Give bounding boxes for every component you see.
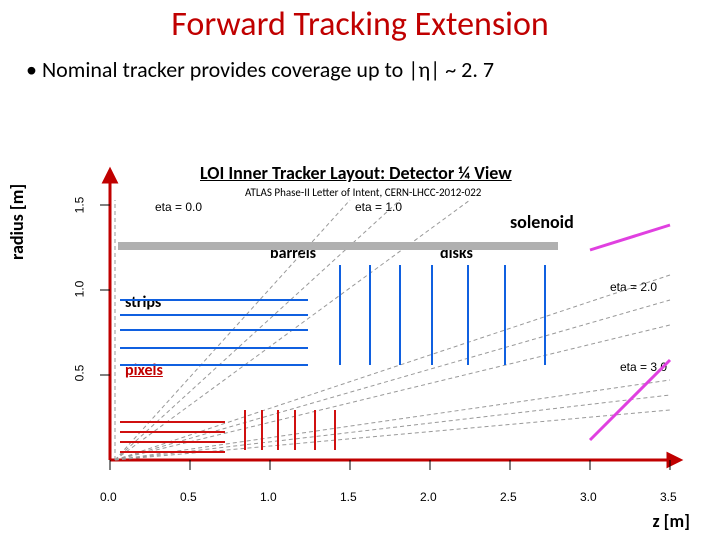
y-axis-label: radius [m] (6, 184, 28, 260)
detector-plot (70, 160, 690, 500)
xtick-2.5: 2.5 (500, 490, 517, 504)
xtick-0: 0.0 (100, 490, 117, 504)
plot-svg (70, 160, 690, 500)
ytick-0.5: 0.5 (72, 365, 86, 382)
xtick-3.5: 3.5 (660, 490, 677, 504)
xtick-3: 3.0 (580, 490, 597, 504)
ytick-1.5: 1.5 (72, 197, 86, 214)
xtick-1.5: 1.5 (340, 490, 357, 504)
ytick-1: 1.0 (72, 281, 86, 298)
bullet-1: Nominal tracker provides coverage up to … (26, 56, 494, 83)
x-axis-label: z [m] (652, 510, 690, 532)
xtick-2: 2.0 (420, 490, 437, 504)
xtick-1: 1.0 (260, 490, 277, 504)
xtick-0.5: 0.5 (180, 490, 197, 504)
solenoid (118, 242, 558, 250)
slide-title: Forward Tracking Extension (0, 4, 720, 45)
